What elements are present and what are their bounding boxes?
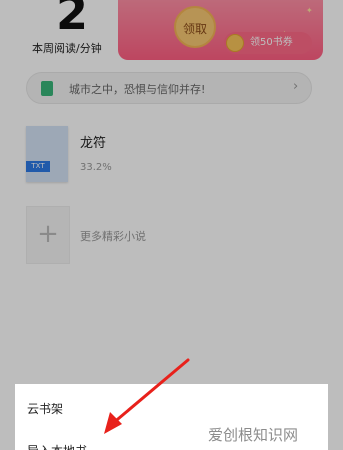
- bookshelf-page: 2 本周阅读/分钟 ✦ ✦ ✦ 领取 领50书券 城市之中，恐惧与信仰并存! ›…: [0, 0, 343, 450]
- import-local-book-option[interactable]: 导入本地书: [27, 442, 87, 450]
- watermark-text: 爱创根知识网: [208, 426, 299, 444]
- cloud-shelf-option[interactable]: 云书架: [27, 400, 63, 417]
- dim-overlay[interactable]: [0, 0, 343, 450]
